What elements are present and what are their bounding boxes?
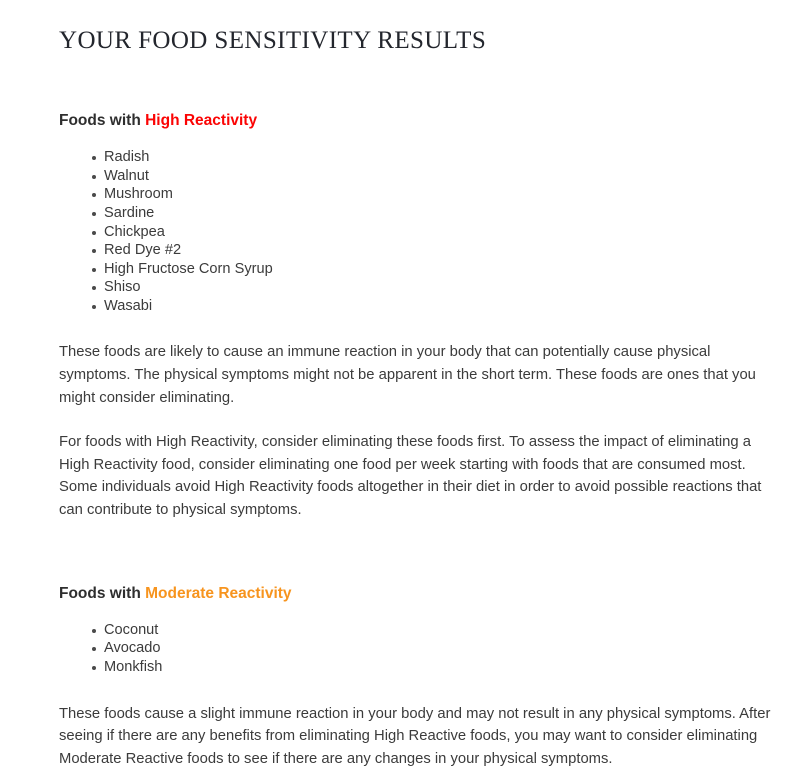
list-item: Chickpea [59, 223, 780, 242]
list-item: Coconut [59, 621, 780, 640]
high-reactivity-food-list: Radish Walnut Mushroom Sardine Chickpea … [59, 148, 780, 315]
high-reactivity-paragraph-1: These foods are likely to cause an immun… [59, 344, 756, 406]
food-name: High Fructose Corn Syrup [104, 260, 273, 277]
list-item: High Fructose Corn Syrup [59, 260, 780, 279]
moderate-reactivity-heading-prefix: Foods with [59, 584, 146, 602]
list-item: Walnut [59, 167, 780, 186]
list-item: Monkfish [59, 658, 780, 677]
food-name: Chickpea [104, 223, 165, 240]
food-name: Avocado [104, 640, 161, 657]
results-content: Foods with High Reactivity Radish Walnut… [0, 111, 812, 770]
high-reactivity-heading-prefix: Foods with [59, 112, 146, 129]
list-item: Shiso [59, 278, 780, 297]
list-item: Sardine [59, 204, 780, 223]
food-name: Mushroom [104, 186, 173, 203]
food-name: Sardine [104, 204, 155, 221]
food-name: Wasabi [104, 297, 153, 314]
food-name: Shiso [104, 279, 141, 296]
section-moderate-reactivity: Foods with Moderate Reactivity Coconut A… [59, 584, 780, 770]
high-reactivity-heading-accent: High Reactivity [145, 112, 258, 129]
food-name: Red Dye #2 [104, 242, 182, 259]
moderate-reactivity-food-list: Coconut Avocado Monkfish [59, 621, 780, 677]
food-name: Coconut [104, 621, 159, 638]
high-reactivity-paragraph-2: For foods with High Reactivity, consider… [59, 434, 762, 519]
list-item: Wasabi [59, 297, 780, 316]
moderate-reactivity-paragraph-1: These foods cause a slight immune reacti… [59, 705, 771, 767]
moderate-reactivity-heading-accent: Moderate Reactivity [145, 584, 292, 602]
section-high-reactivity: Foods with High Reactivity Radish Walnut… [59, 111, 780, 522]
page-title: YOUR FOOD SENSITIVITY RESULTS [59, 27, 487, 54]
food-name: Walnut [104, 167, 149, 184]
food-name: Monkfish [104, 658, 163, 675]
moderate-reactivity-heading: Foods with Moderate Reactivity [59, 584, 780, 604]
food-name: Radish [104, 149, 150, 166]
list-item: Red Dye #2 [59, 241, 780, 260]
list-item: Mushroom [59, 185, 780, 204]
list-item: Radish [59, 148, 780, 167]
list-item: Avocado [59, 639, 780, 658]
high-reactivity-heading: Foods with High Reactivity [59, 111, 780, 131]
results-page: YOUR FOOD SENSITIVITY RESULTS Foods with… [0, 0, 812, 767]
